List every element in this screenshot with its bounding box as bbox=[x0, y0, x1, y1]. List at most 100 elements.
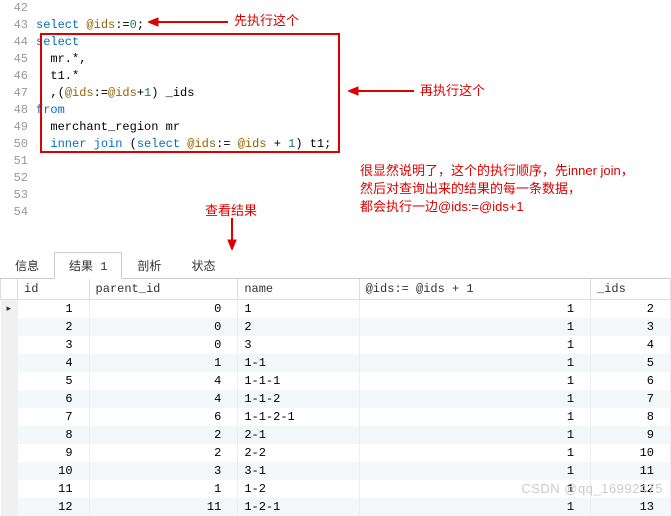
cell[interactable]: 11 bbox=[18, 480, 90, 498]
table-row[interactable]: 12111-2-1113 bbox=[1, 498, 671, 516]
tab-结果 1[interactable]: 结果 1 bbox=[54, 252, 122, 279]
cell[interactable]: 1 bbox=[18, 300, 90, 319]
cell[interactable]: 2 bbox=[238, 318, 359, 336]
cell[interactable]: 9 bbox=[591, 426, 671, 444]
code-line[interactable]: merchant_region mr bbox=[36, 119, 331, 136]
cell[interactable]: 1-1-2-1 bbox=[238, 408, 359, 426]
table-row[interactable]: 922-2110 bbox=[1, 444, 671, 462]
table-row[interactable]: 541-1-116 bbox=[1, 372, 671, 390]
cell[interactable]: 2 bbox=[89, 444, 238, 462]
table-row[interactable]: 822-119 bbox=[1, 426, 671, 444]
column-header[interactable]: @ids:= @ids + 1 bbox=[359, 279, 590, 300]
cell[interactable]: 1 bbox=[359, 372, 590, 390]
table-row[interactable]: 20213 bbox=[1, 318, 671, 336]
row-selector[interactable] bbox=[1, 300, 18, 319]
cell[interactable]: 3-1 bbox=[238, 462, 359, 480]
cell[interactable]: 3 bbox=[591, 318, 671, 336]
cell[interactable]: 5 bbox=[591, 354, 671, 372]
cell[interactable]: 1-2 bbox=[238, 480, 359, 498]
table-row[interactable]: 30314 bbox=[1, 336, 671, 354]
code-line[interactable] bbox=[36, 204, 331, 221]
cell[interactable]: 11 bbox=[89, 498, 238, 516]
cell[interactable]: 1 bbox=[359, 318, 590, 336]
column-header[interactable]: id bbox=[18, 279, 90, 300]
tab-剖析[interactable]: 剖析 bbox=[122, 252, 176, 279]
table-row[interactable]: 411-115 bbox=[1, 354, 671, 372]
code-line[interactable] bbox=[36, 170, 331, 187]
row-selector[interactable] bbox=[1, 372, 18, 390]
row-selector[interactable] bbox=[1, 354, 18, 372]
row-selector[interactable] bbox=[1, 498, 18, 516]
cell[interactable]: 13 bbox=[591, 498, 671, 516]
cell[interactable]: 5 bbox=[18, 372, 90, 390]
cell[interactable]: 10 bbox=[591, 444, 671, 462]
cell[interactable]: 1 bbox=[89, 480, 238, 498]
tab-信息[interactable]: 信息 bbox=[0, 252, 54, 279]
cell[interactable]: 10 bbox=[18, 462, 90, 480]
code-line[interactable]: inner join (select @ids:= @ids + 1) t1; bbox=[36, 136, 331, 153]
cell[interactable]: 3 bbox=[238, 336, 359, 354]
cell[interactable]: 12 bbox=[18, 498, 90, 516]
cell[interactable]: 3 bbox=[18, 336, 90, 354]
table-row[interactable]: 1033-1111 bbox=[1, 462, 671, 480]
column-header[interactable]: name bbox=[238, 279, 359, 300]
code-line[interactable]: from bbox=[36, 102, 331, 119]
cell[interactable]: 6 bbox=[18, 390, 90, 408]
cell[interactable]: 6 bbox=[89, 408, 238, 426]
row-selector[interactable] bbox=[1, 444, 18, 462]
cell[interactable]: 3 bbox=[89, 462, 238, 480]
cell[interactable]: 1 bbox=[359, 300, 590, 319]
table-row[interactable]: 641-1-217 bbox=[1, 390, 671, 408]
column-header[interactable]: parent_id bbox=[89, 279, 238, 300]
row-selector[interactable] bbox=[1, 390, 18, 408]
cell[interactable]: 7 bbox=[18, 408, 90, 426]
cell[interactable]: 8 bbox=[18, 426, 90, 444]
code-line[interactable]: mr.*, bbox=[36, 51, 331, 68]
cell[interactable]: 6 bbox=[591, 372, 671, 390]
code-line[interactable]: select bbox=[36, 34, 331, 51]
code-line[interactable]: t1.* bbox=[36, 68, 331, 85]
code-line[interactable] bbox=[36, 153, 331, 170]
cell[interactable]: 4 bbox=[89, 390, 238, 408]
cell[interactable]: 1 bbox=[89, 354, 238, 372]
cell[interactable]: 1-1-2 bbox=[238, 390, 359, 408]
cell[interactable]: 0 bbox=[89, 318, 238, 336]
cell[interactable]: 1-1 bbox=[238, 354, 359, 372]
row-selector[interactable] bbox=[1, 426, 18, 444]
row-selector[interactable] bbox=[1, 480, 18, 498]
cell[interactable]: 1 bbox=[359, 354, 590, 372]
row-selector[interactable] bbox=[1, 462, 18, 480]
cell[interactable]: 11 bbox=[591, 462, 671, 480]
cell[interactable]: 1 bbox=[359, 336, 590, 354]
table-row[interactable]: 10112 bbox=[1, 300, 671, 319]
table-row[interactable]: 761-1-2-118 bbox=[1, 408, 671, 426]
cell[interactable]: 1 bbox=[359, 444, 590, 462]
cell[interactable]: 2-2 bbox=[238, 444, 359, 462]
column-header[interactable]: _ids bbox=[591, 279, 671, 300]
cell[interactable]: 2 bbox=[591, 300, 671, 319]
code-area[interactable]: select @ids:=0;select mr.*, t1.* ,(@ids:… bbox=[36, 0, 331, 221]
cell[interactable]: 1-1-1 bbox=[238, 372, 359, 390]
code-line[interactable]: ,(@ids:=@ids+1) _ids bbox=[36, 85, 331, 102]
cell[interactable]: 1 bbox=[359, 408, 590, 426]
cell[interactable]: 1 bbox=[359, 462, 590, 480]
cell[interactable]: 1 bbox=[359, 426, 590, 444]
row-selector[interactable] bbox=[1, 318, 18, 336]
cell[interactable]: 1-2-1 bbox=[238, 498, 359, 516]
cell[interactable]: 1 bbox=[359, 390, 590, 408]
cell[interactable]: 1 bbox=[238, 300, 359, 319]
cell[interactable]: 4 bbox=[591, 336, 671, 354]
cell[interactable]: 4 bbox=[89, 372, 238, 390]
cell[interactable]: 4 bbox=[18, 354, 90, 372]
cell[interactable]: 0 bbox=[89, 336, 238, 354]
cell[interactable]: 7 bbox=[591, 390, 671, 408]
cell[interactable]: 2-1 bbox=[238, 426, 359, 444]
cell[interactable]: 2 bbox=[89, 426, 238, 444]
row-selector[interactable] bbox=[1, 408, 18, 426]
tab-状态[interactable]: 状态 bbox=[176, 252, 230, 279]
cell[interactable]: 1 bbox=[359, 498, 590, 516]
cell[interactable]: 9 bbox=[18, 444, 90, 462]
code-line[interactable] bbox=[36, 187, 331, 204]
cell[interactable]: 8 bbox=[591, 408, 671, 426]
row-selector[interactable] bbox=[1, 336, 18, 354]
